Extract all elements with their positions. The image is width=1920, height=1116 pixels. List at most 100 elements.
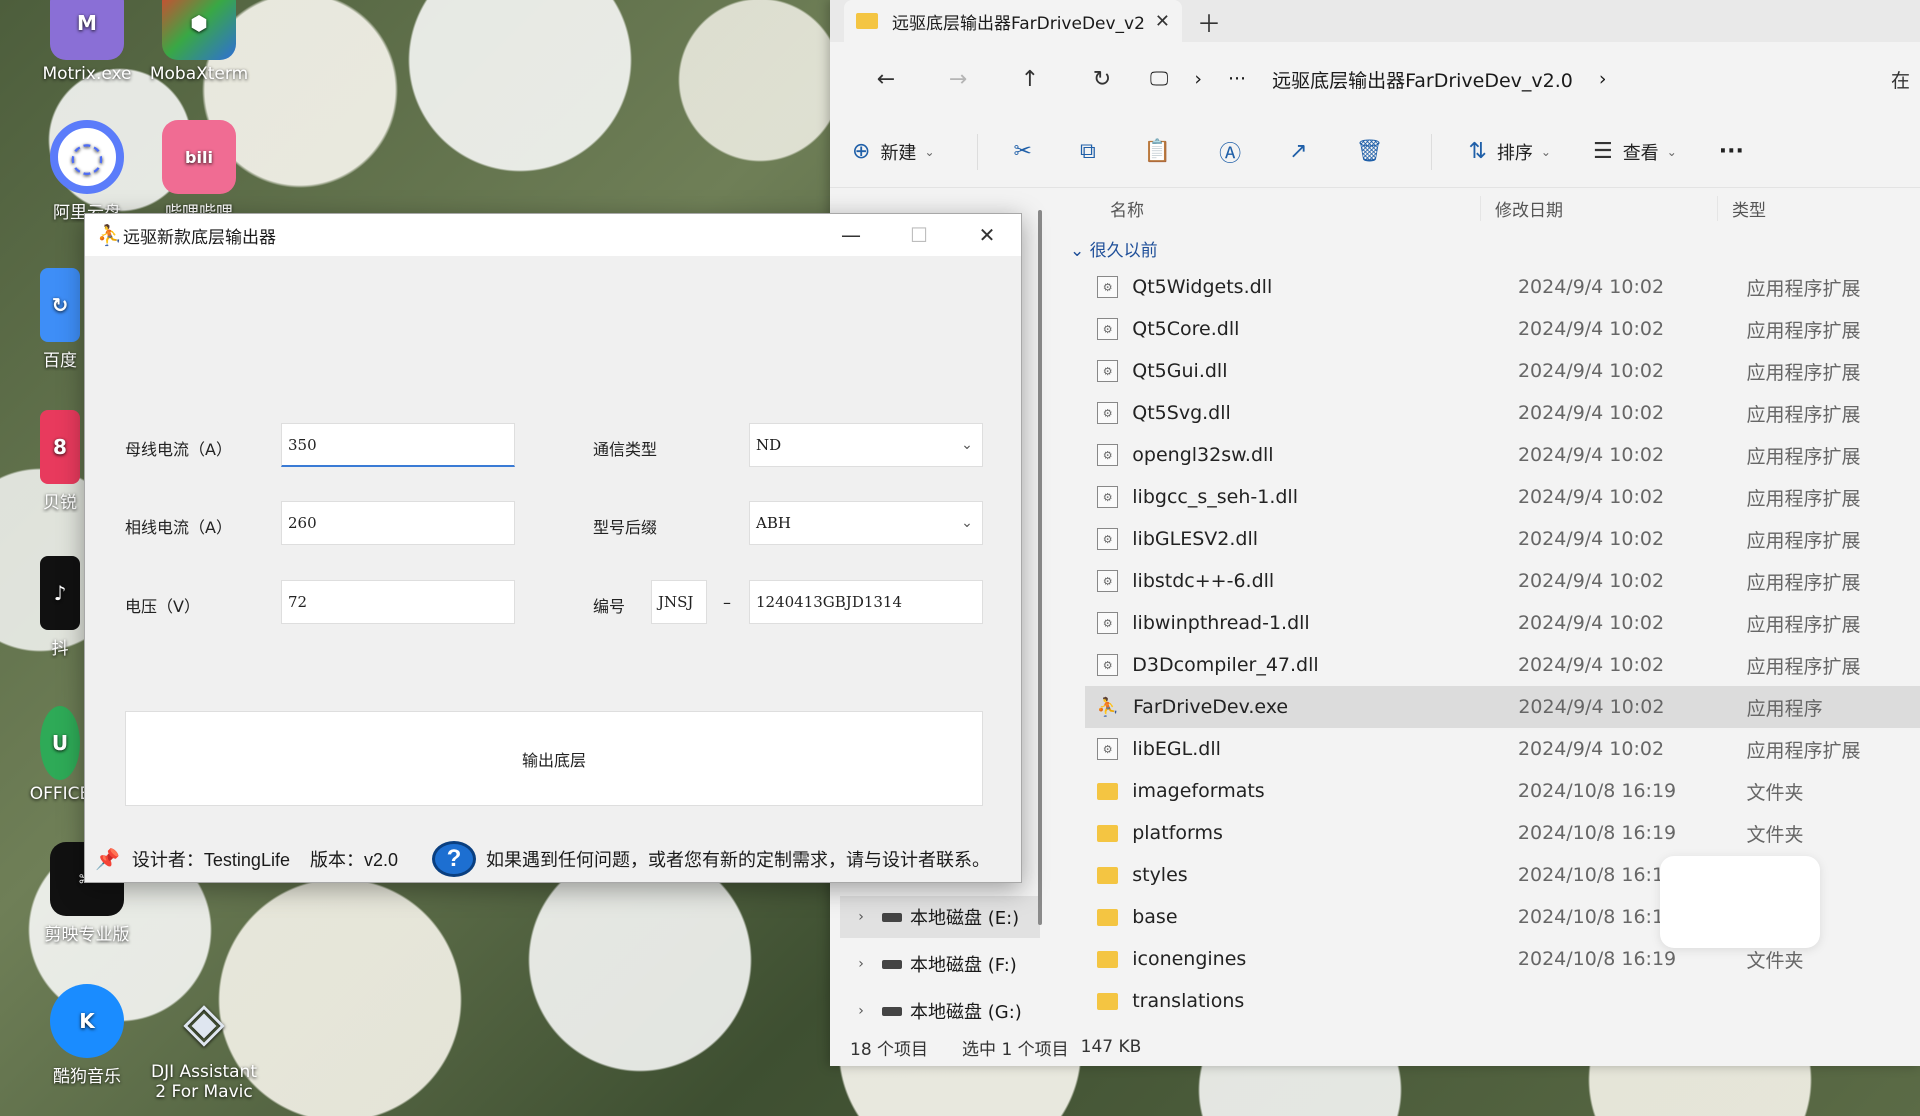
breadcrumb-more[interactable]: ···	[1228, 68, 1246, 90]
dll-file-icon: ⚙	[1097, 738, 1119, 760]
voltage-input[interactable]: 72	[281, 580, 515, 624]
app-title: 远驱新款底层输出器	[123, 227, 276, 248]
phase-current-input[interactable]: 260	[281, 501, 515, 545]
desktop-icon-dji[interactable]: ◈ DJI Assistant 2 For Mavic	[144, 984, 264, 1103]
file-row[interactable]: ⚙ opengl32sw.dll 2024/9/4 10:02 应用程序扩展	[1085, 434, 1920, 476]
help-icon[interactable]: ?	[432, 841, 476, 877]
new-button[interactable]: ⊕ 新建 ⌄	[852, 139, 935, 165]
file-row[interactable]: ⚙ Qt5Widgets.dll 2024/9/4 10:02 应用程序扩展	[1085, 266, 1920, 308]
nav-drive-e[interactable]: › 本地磁盘 (E:)	[840, 896, 1040, 938]
desktop-icon-motrix[interactable]: M Motrix.exe	[32, 0, 142, 84]
column-header-name[interactable]: 名称	[1060, 196, 1480, 221]
file-row[interactable]: ⚙ Qt5Gui.dll 2024/9/4 10:02 应用程序扩展	[1085, 350, 1920, 392]
file-name: libgcc_s_seh-1.dll	[1132, 486, 1298, 508]
group-label: 很久以前	[1089, 241, 1158, 261]
douyin-icon: ♪	[40, 556, 80, 630]
file-row[interactable]: ⚙ libEGL.dll 2024/9/4 10:02 应用程序扩展	[1085, 728, 1920, 770]
chevron-right-icon[interactable]: ›	[840, 909, 882, 925]
file-date: 2024/9/4 10:02	[1517, 402, 1665, 424]
app-logo-icon: ⛹	[97, 223, 122, 247]
model-suffix-value: ABH	[756, 514, 791, 532]
toolbar-divider	[976, 133, 978, 170]
desktop-icon-bilibili[interactable]: bili 哔哩哔哩	[144, 120, 254, 223]
cut-icon[interactable]: ✂	[1014, 139, 1032, 164]
breadcrumb-current[interactable]: 远驱底层输出器FarDriveDev_v2.0	[1272, 66, 1573, 93]
explorer-command-bar: ⊕ 新建 ⌄ ✂ ⧉ 📋 Ⓐ ↗ 🗑 ⇅ 排序 ⌄ ☰ 查看 ⌄ ···	[830, 116, 1920, 188]
copy-icon[interactable]: ⧉	[1080, 139, 1096, 164]
serial-label: 编号	[593, 597, 626, 616]
file-row[interactable]: platforms 2024/10/8 16:19 文件夹	[1085, 812, 1920, 854]
serial-prefix-input[interactable]: JNSJ	[651, 580, 707, 624]
file-date: 2024/10/8 16:19	[1517, 822, 1677, 844]
up-arrow-icon[interactable]: ↑	[994, 67, 1066, 92]
app-footer: 📌 设计者：TestingLife 版本：v2.0 ? 如果遇到任何问题，或者您…	[85, 836, 1021, 882]
file-row[interactable]: translations	[1085, 980, 1920, 1022]
search-box-edge[interactable]: 在	[1891, 66, 1910, 93]
drive-label: 本地磁盘 (F:)	[910, 955, 1017, 976]
paste-icon[interactable]: 📋	[1144, 139, 1171, 164]
status-size: 147 KB	[1080, 1037, 1142, 1057]
column-header-date[interactable]: 修改日期	[1480, 195, 1717, 221]
baidu-icon: ↻	[40, 268, 80, 342]
motrix-app-icon: M	[50, 0, 124, 60]
floating-card	[1660, 856, 1820, 948]
file-date: 2024/9/4 10:02	[1517, 360, 1665, 382]
chevron-right-icon[interactable]: ›	[840, 956, 882, 972]
file-type: 应用程序扩展	[1746, 529, 1861, 552]
column-header-type[interactable]: 类型	[1717, 195, 1917, 221]
file-row[interactable]: ⚙ Qt5Svg.dll 2024/9/4 10:02 应用程序扩展	[1085, 392, 1920, 434]
back-arrow-icon[interactable]: ←	[850, 67, 922, 92]
explorer-tab[interactable]: 远驱底层输出器FarDriveDev_v2 ✕	[844, 0, 1182, 42]
output-button[interactable]: 输出底层	[125, 711, 983, 806]
chevron-right-icon[interactable]: ›	[840, 1003, 882, 1019]
serial-number-input[interactable]: 1240413GBJD1314	[749, 580, 983, 624]
file-row[interactable]: imageformats 2024/10/8 16:19 文件夹	[1085, 770, 1920, 812]
forward-arrow-icon[interactable]: →	[922, 67, 994, 92]
file-row[interactable]: ⚙ libstdc++-6.dll 2024/9/4 10:02 应用程序扩展	[1085, 560, 1920, 602]
file-name: D3Dcompiler_47.dll	[1132, 654, 1319, 676]
desktop-icon-kugou[interactable]: K 酷狗音乐	[32, 984, 142, 1087]
drive-icon	[882, 959, 902, 969]
refresh-icon[interactable]: ↻	[1066, 67, 1138, 92]
close-icon[interactable]: ✕	[953, 214, 1021, 256]
file-row[interactable]: ⚙ libgcc_s_seh-1.dll 2024/9/4 10:02 应用程序扩展	[1085, 476, 1920, 518]
file-name: opengl32sw.dll	[1132, 444, 1274, 466]
dll-file-icon: ⚙	[1097, 276, 1119, 298]
desktop-icon-label: MobaXterm	[149, 64, 249, 84]
pin-icon: 📌	[95, 848, 120, 871]
desktop-icon-aliyun[interactable]: ◌ 阿里云盘	[32, 120, 142, 223]
nav-drive-f[interactable]: › 本地磁盘 (F:)	[840, 943, 1040, 985]
file-row[interactable]: ⛹ FarDriveDev.exe 2024/9/4 10:02 应用程序	[1085, 686, 1920, 728]
file-row[interactable]: ⚙ libwinpthread-1.dll 2024/9/4 10:02 应用程序扩展	[1085, 602, 1920, 644]
model-suffix-select[interactable]: ABH ⌄	[749, 501, 983, 545]
file-row[interactable]: ⚙ libGLESV2.dll 2024/9/4 10:02 应用程序扩展	[1085, 518, 1920, 560]
tab-close-icon[interactable]: ✕	[1155, 11, 1170, 32]
comm-type-select[interactable]: ND ⌄	[749, 423, 983, 467]
sort-button[interactable]: ⇅ 排序 ⌄	[1468, 139, 1551, 165]
file-row[interactable]: ⚙ Qt5Core.dll 2024/9/4 10:02 应用程序扩展	[1085, 308, 1920, 350]
file-row[interactable]: ⚙ D3Dcompiler_47.dll 2024/9/4 10:02 应用程序扩展	[1085, 644, 1920, 686]
bus-current-input[interactable]: 350	[281, 423, 515, 467]
nav-drive-g[interactable]: › 本地磁盘 (G:)	[840, 990, 1040, 1032]
view-button[interactable]: ☰ 查看 ⌄	[1593, 139, 1677, 165]
folder-icon	[1097, 782, 1119, 800]
rename-icon[interactable]: Ⓐ	[1219, 136, 1241, 168]
new-tab-button[interactable]: ＋	[1182, 0, 1236, 42]
breadcrumb[interactable]: 🖵 › ··· 远驱底层输出器FarDriveDev_v2.0 ›	[1150, 66, 1633, 93]
far-drive-output-window: ⛹ 远驱新款底层输出器 — ☐ ✕ 母线电流（A） 350 相线电流（A） 26…	[84, 213, 1022, 883]
nav-pane-scrollbar[interactable]	[1038, 210, 1042, 925]
desktop-icon-mobaxterm[interactable]: ⬢ MobaXterm	[144, 0, 254, 84]
voltage-label: 电压（V）	[125, 597, 200, 616]
maximize-icon[interactable]: ☐	[885, 214, 953, 256]
this-pc-icon[interactable]: 🖵	[1150, 68, 1168, 90]
share-icon[interactable]: ↗	[1289, 139, 1307, 164]
minimize-icon[interactable]: —	[817, 214, 885, 256]
desktop-icon-label: 剪映专业版	[44, 925, 130, 945]
more-options-button[interactable]: ···	[1719, 139, 1744, 164]
file-type: 应用程序扩展	[1746, 361, 1861, 384]
group-header[interactable]: ⌄ 很久以前	[1070, 236, 1158, 261]
delete-icon[interactable]: 🗑	[1356, 139, 1384, 164]
folder-icon	[1097, 950, 1119, 968]
file-name: libEGL.dll	[1132, 738, 1221, 760]
file-date: 2024/9/4 10:02	[1517, 612, 1665, 634]
